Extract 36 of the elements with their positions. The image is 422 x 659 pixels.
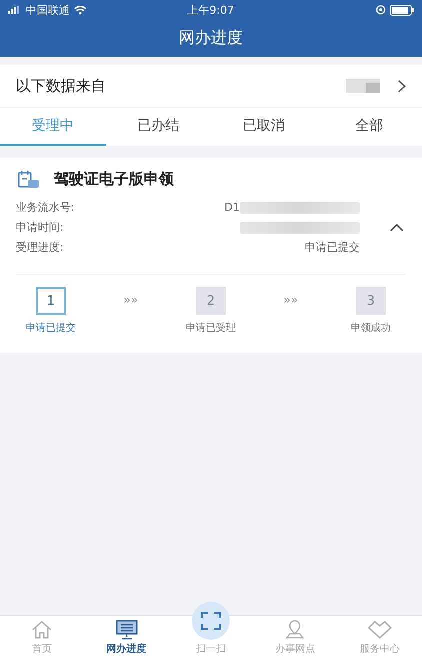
nav-tab[interactable]: 网办进度 bbox=[84, 616, 169, 659]
chevron-right-icon bbox=[398, 80, 406, 92]
chevron-up-icon[interactable] bbox=[390, 223, 404, 232]
status-tab[interactable]: 全部 bbox=[316, 108, 422, 146]
data-source-row[interactable]: 以下数据来自 bbox=[0, 65, 422, 107]
status-tab[interactable]: 已取消 bbox=[211, 108, 316, 146]
field-label: 申请时间: bbox=[16, 220, 64, 235]
step-number: 2 bbox=[196, 287, 226, 315]
field-label: 受理进度: bbox=[16, 240, 64, 255]
step-separator: »» bbox=[284, 293, 298, 307]
data-source-label: 以下数据来自 bbox=[16, 76, 106, 96]
page-title: 网办进度 bbox=[179, 28, 243, 49]
field-value: D1 bbox=[224, 201, 240, 214]
status-tab[interactable]: 已办结 bbox=[106, 108, 211, 146]
monitor-icon bbox=[114, 620, 139, 640]
field-value: 申请已提交 bbox=[305, 240, 360, 255]
location-pin-icon bbox=[284, 620, 306, 640]
card-title: 驾驶证电子版申领 bbox=[54, 170, 174, 189]
scan-icon bbox=[201, 612, 222, 630]
wifi-icon bbox=[74, 5, 87, 15]
step-label: 申请已提交 bbox=[26, 322, 76, 335]
license-card-icon bbox=[18, 170, 40, 188]
scan-button[interactable] bbox=[192, 602, 230, 640]
status-time: 上午9:07 bbox=[188, 2, 234, 18]
step-label: 申请已受理 bbox=[186, 322, 236, 335]
step-number: 1 bbox=[36, 287, 66, 315]
step-separator: »» bbox=[124, 293, 138, 307]
step-number: 3 bbox=[356, 287, 386, 315]
step-label: 申领成功 bbox=[351, 322, 391, 335]
field-label: 业务流水号: bbox=[16, 200, 75, 215]
battery-icon bbox=[390, 4, 414, 16]
redacted-block bbox=[346, 79, 380, 93]
signal-icon bbox=[8, 6, 22, 14]
orientation-lock-icon bbox=[376, 5, 386, 15]
home-icon bbox=[31, 620, 54, 640]
carrier-name: 中国联通 bbox=[26, 2, 70, 18]
